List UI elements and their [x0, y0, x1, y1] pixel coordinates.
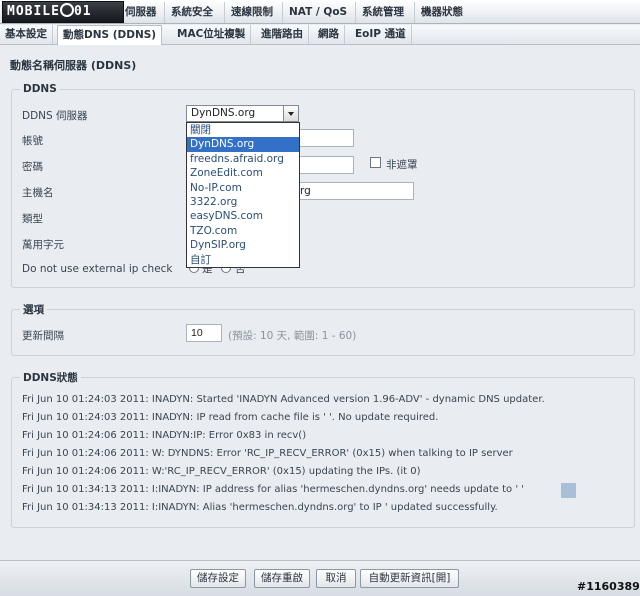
redaction-block	[561, 483, 576, 498]
auto-refresh-button[interactable]: 自動更新資訊[開]	[360, 569, 459, 588]
hostname-value-tail: rg	[300, 185, 311, 197]
unmask-checkbox[interactable]	[370, 157, 381, 168]
nav-tab-server[interactable]: 伺服器	[119, 2, 163, 23]
type-label: 類型	[22, 213, 43, 225]
top-navigation: MOBILE 01 伺服器 系統安全 速線限制 NAT / QoS 系統管理 機器…	[0, 0, 640, 24]
subtab-network[interactable]: 網路	[313, 25, 345, 44]
status-legend: DDNS狀態	[23, 372, 78, 384]
external-ip-label: Do not use external ip check	[22, 263, 173, 275]
status-line: Fri Jun 10 01:34:13 2011: I:INADYN: IP a…	[22, 484, 524, 495]
dropdown-option[interactable]: ZoneEdit.com	[187, 166, 299, 180]
interval-hint: (預設: 10 天, 範圍: 1 - 60)	[228, 330, 357, 342]
unmask-label: 非遮罩	[386, 159, 418, 171]
dropdown-option-selected[interactable]: DynDNS.org	[187, 137, 299, 152]
dropdown-option[interactable]: freedns.afraid.org	[187, 152, 299, 166]
nav-tab-status[interactable]: 機器狀態	[414, 2, 469, 23]
logo-text: MOBILE	[7, 4, 60, 19]
status-line: Fri Jun 10 01:24:03 2011: INADYN: Starte…	[22, 394, 545, 405]
ddns-server-label: DDNS 伺服器	[22, 110, 88, 122]
dropdown-option[interactable]: 3322.org	[187, 195, 299, 209]
logo-text-suffix: 01	[73, 4, 92, 19]
username-label: 帳號	[22, 135, 43, 147]
ddns-server-value: DynDNS.org	[191, 107, 256, 119]
ddns-server-dropdown: 關閉 DynDNS.org freedns.afraid.org ZoneEdi…	[186, 122, 300, 268]
wildcard-label: 萬用字元	[22, 239, 64, 251]
dropdown-option[interactable]: 自訂	[187, 253, 299, 267]
ddns-server-select[interactable]: DynDNS.org	[186, 105, 299, 122]
dropdown-option[interactable]: No-IP.com	[187, 181, 299, 195]
save-settings-button[interactable]: 儲存設定	[190, 569, 246, 588]
nav-tab-nat-qos[interactable]: NAT / QoS	[282, 2, 353, 23]
password-label: 密碼	[22, 161, 43, 173]
logo-circle-icon	[59, 3, 74, 17]
hostname-label: 主機名	[22, 187, 54, 199]
interval-field[interactable]	[186, 324, 222, 342]
status-line: Fri Jun 10 01:24:03 2011: INADYN: IP rea…	[22, 412, 439, 423]
save-reboot-button[interactable]: 儲存重啟	[254, 569, 310, 588]
subtab-ddns[interactable]: 動態DNS (DDNS)	[57, 25, 163, 45]
dropdown-option[interactable]: 關閉	[187, 123, 299, 137]
dropdown-option[interactable]: DynSIP.org	[187, 238, 299, 252]
nav-tab-security[interactable]: 系統安全	[164, 2, 219, 23]
page-title: 動態名稱伺服器 (DDNS)	[10, 59, 137, 72]
status-line: Fri Jun 10 01:34:13 2011: I:INADYN: Alia…	[22, 502, 498, 513]
interval-label: 更新間隔	[22, 330, 64, 342]
subtab-basic[interactable]: 基本設定	[0, 25, 53, 44]
nav-tab-bandwidth[interactable]: 速線限制	[224, 2, 279, 23]
cancel-button[interactable]: 取消	[316, 569, 356, 588]
subtab-routing[interactable]: 進階路由	[256, 25, 309, 44]
chevron-down-icon[interactable]	[283, 106, 298, 121]
status-line: Fri Jun 10 01:24:06 2011: W:'RC_IP_RECV_…	[22, 466, 421, 477]
dropdown-option[interactable]: TZO.com	[187, 224, 299, 238]
nav-tab-admin[interactable]: 系統管理	[355, 2, 410, 23]
subtab-mac-clone[interactable]: MAC位址複製	[172, 25, 252, 44]
ddns-legend: DDNS	[23, 83, 57, 95]
sub-navigation: 基本設定 動態DNS (DDNS) MAC位址複製 進階路由 網路 EoIP 通…	[0, 25, 640, 45]
status-line: Fri Jun 10 01:24:06 2011: W: DYNDNS: Err…	[22, 448, 513, 459]
watermark: #1160389	[577, 580, 640, 593]
dropdown-option[interactable]: easyDNS.com	[187, 209, 299, 223]
options-legend: 選項	[23, 304, 44, 316]
subtab-eoip[interactable]: EoIP 通道	[350, 25, 412, 44]
status-line: Fri Jun 10 01:24:06 2011: INADYN:IP: Err…	[22, 430, 307, 441]
logo: MOBILE 01	[2, 1, 124, 23]
